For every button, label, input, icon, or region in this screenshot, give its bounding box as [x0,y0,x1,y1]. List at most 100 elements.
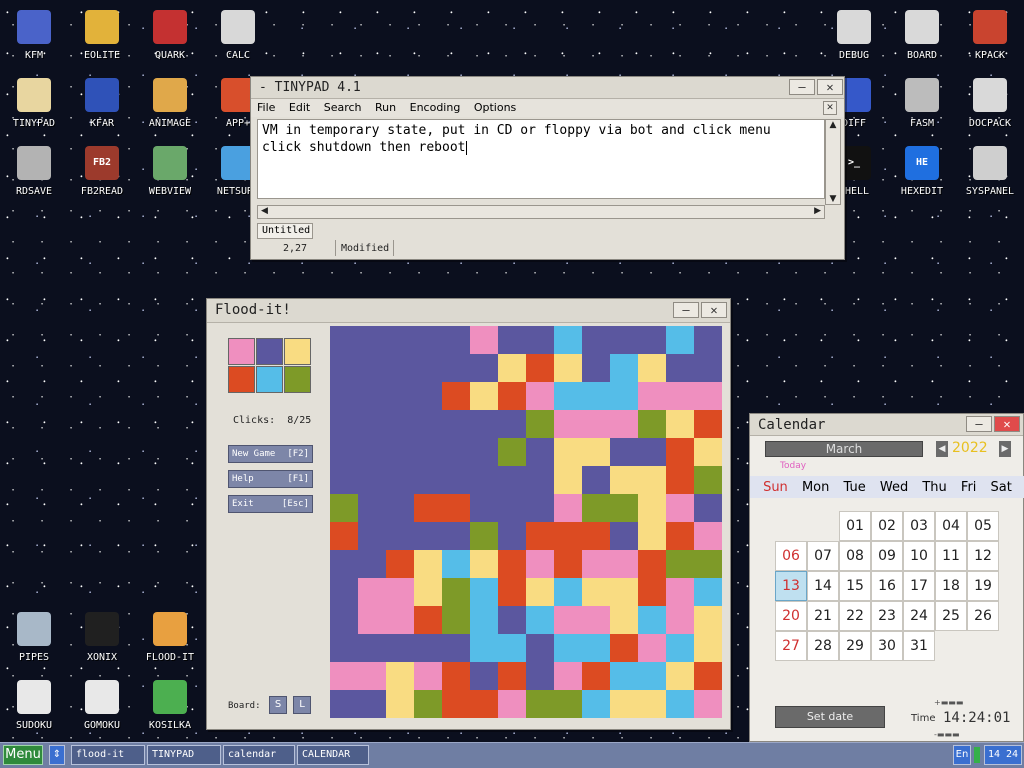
board-cell[interactable] [358,438,386,466]
task-calendar-upper[interactable]: CALENDAR [297,745,369,765]
board-cell[interactable] [358,382,386,410]
board-cell[interactable] [554,690,582,718]
board-cell[interactable] [498,382,526,410]
board-cell[interactable] [582,410,610,438]
day-cell[interactable]: 18 [935,571,967,601]
desktop-icon-tinypad[interactable]: TINYPAD [0,76,68,129]
board-cell[interactable] [358,606,386,634]
board-cell[interactable] [554,410,582,438]
board-cell[interactable] [470,466,498,494]
board-cell[interactable] [498,326,526,354]
board-cell[interactable] [442,382,470,410]
board-cell[interactable] [330,494,358,522]
board-cell[interactable] [442,606,470,634]
board-cell[interactable] [386,410,414,438]
day-cell[interactable]: 31 [903,631,935,661]
desktop-icon-pipes[interactable]: PIPES [0,610,68,663]
board-cell[interactable] [330,438,358,466]
desktop-icon-debug[interactable]: DEBUG [820,8,888,61]
day-cell[interactable]: 19 [967,571,999,601]
board-cell[interactable] [414,326,442,354]
day-cell[interactable]: 08 [839,541,871,571]
board-cell[interactable] [498,438,526,466]
board-cell[interactable] [498,466,526,494]
board-cell[interactable] [554,606,582,634]
desktop-icon-flood-it[interactable]: FLOOD-IT [136,610,204,663]
desktop-icon-sudoku[interactable]: SUDOKU [0,678,68,731]
board-cell[interactable] [526,326,554,354]
board-cell[interactable] [554,466,582,494]
board-cell[interactable] [610,326,638,354]
board-cell[interactable] [414,354,442,382]
board-cell[interactable] [358,466,386,494]
board-cell[interactable] [526,438,554,466]
board-cell[interactable] [554,550,582,578]
board-cell[interactable] [666,466,694,494]
board-cell[interactable] [582,494,610,522]
board-cell[interactable] [442,662,470,690]
board-cell[interactable] [582,606,610,634]
desktop-icon-quark[interactable]: QUARK [136,8,204,61]
day-cell[interactable]: 10 [903,541,935,571]
board-cell[interactable] [694,410,722,438]
scroll-down-arrow-icon[interactable]: ▼ [826,194,840,204]
board-cell[interactable] [386,326,414,354]
color-swatch[interactable] [284,338,311,365]
board-cell[interactable] [414,690,442,718]
board-cell[interactable] [470,438,498,466]
desktop-icon-fasm[interactable]: FASM [888,76,956,129]
board-cell[interactable] [638,410,666,438]
color-swatch[interactable] [256,366,283,393]
board-cell[interactable] [386,494,414,522]
board-cell[interactable] [638,354,666,382]
board-cell[interactable] [666,578,694,606]
board-cell[interactable] [414,494,442,522]
board-cell[interactable] [470,382,498,410]
board-cell[interactable] [610,578,638,606]
board-cell[interactable] [498,494,526,522]
minimize-button[interactable]: — [789,79,815,95]
day-cell[interactable]: 04 [935,511,967,541]
task-tinypad[interactable]: TINYPAD [147,745,221,765]
desktop-icon-board[interactable]: BOARD [888,8,956,61]
board-cell[interactable] [526,606,554,634]
board-cell[interactable] [414,662,442,690]
board-cell[interactable] [470,690,498,718]
board-cell[interactable] [386,606,414,634]
board-cell[interactable] [470,522,498,550]
day-cell[interactable]: 28 [807,631,839,661]
board-cell[interactable] [694,466,722,494]
board-cell[interactable] [442,494,470,522]
board-cell[interactable] [442,550,470,578]
year-prev-button[interactable]: ◀ [936,441,948,457]
board-cell[interactable] [442,326,470,354]
board-cell[interactable] [610,634,638,662]
language-indicator[interactable]: En [953,745,971,765]
day-cell[interactable]: 25 [935,601,967,631]
board-cell[interactable] [610,410,638,438]
day-cell[interactable]: 20 [775,601,807,631]
board-cell[interactable] [330,690,358,718]
board-cell[interactable] [386,354,414,382]
board-cell[interactable] [666,382,694,410]
menu-edit[interactable]: Edit [289,101,310,114]
desktop-icon-kfm[interactable]: KFM [0,8,68,61]
board-cell[interactable] [610,494,638,522]
time-spinner-down[interactable]: -▬▬▬ [934,730,982,739]
year-next-button[interactable]: ▶ [999,441,1011,457]
board-cell[interactable] [526,662,554,690]
day-cell[interactable]: 23 [871,601,903,631]
menu-run[interactable]: Run [375,101,396,114]
flood-titlebar[interactable]: Flood-it! — ✕ [207,299,730,323]
desktop-icon-hexedit[interactable]: HE HEXEDIT [888,144,956,197]
board-cell[interactable] [330,466,358,494]
desktop-icon-animage[interactable]: ANIMAGE [136,76,204,129]
board-cell[interactable] [554,578,582,606]
board-cell[interactable] [638,494,666,522]
board-cell[interactable] [498,578,526,606]
close-button[interactable]: ✕ [817,79,843,95]
desktop-icon-kfar[interactable]: KFAR [68,76,136,129]
board-cell[interactable] [358,326,386,354]
board-cell[interactable] [526,690,554,718]
board-cell[interactable] [330,550,358,578]
